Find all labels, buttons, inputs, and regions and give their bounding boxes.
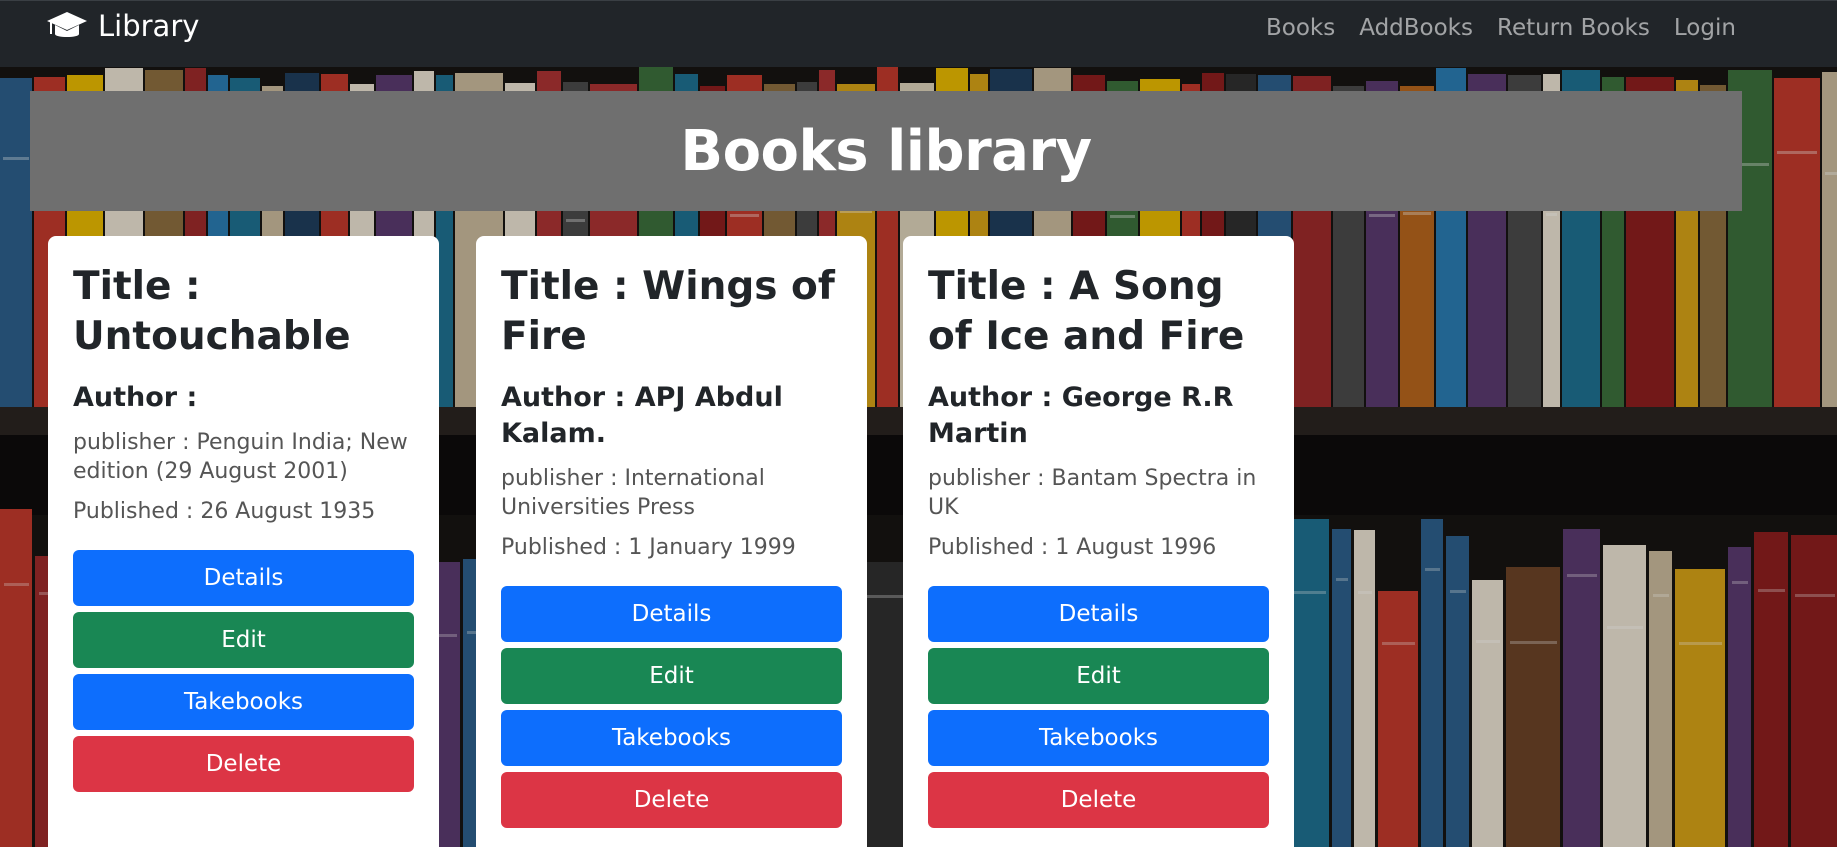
book-title: Title : Untouchable bbox=[73, 264, 351, 359]
brand-link[interactable]: Library bbox=[46, 9, 199, 43]
book-author: Author : bbox=[73, 382, 198, 413]
nav-links: Books AddBooks Return Books Login bbox=[1266, 14, 1760, 42]
book-title: Title : Wings of Fire bbox=[501, 264, 835, 359]
book-publisher: publisher : Penguin India; New edition (… bbox=[73, 430, 408, 484]
graduation-cap-icon bbox=[47, 12, 87, 37]
delete-button[interactable]: Delete bbox=[501, 772, 842, 828]
navbar: Library Books AddBooks Return Books Logi… bbox=[0, 0, 1837, 67]
nav-link-return-books[interactable]: Return Books bbox=[1497, 14, 1650, 42]
hero-banner: Books library bbox=[30, 91, 1742, 211]
takebooks-button[interactable]: Takebooks bbox=[928, 710, 1269, 766]
edit-button[interactable]: Edit bbox=[501, 648, 842, 704]
details-button[interactable]: Details bbox=[73, 550, 414, 606]
book-published-date: Published : 1 August 1996 bbox=[928, 535, 1217, 560]
book-published-date: Published : 1 January 1999 bbox=[501, 535, 796, 560]
book-title: Title : A Song of Ice and Fire bbox=[928, 264, 1245, 359]
nav-link-addbooks[interactable]: AddBooks bbox=[1359, 14, 1473, 42]
details-button[interactable]: Details bbox=[501, 586, 842, 642]
book-author: Author : APJ Abdul Kalam. bbox=[501, 382, 783, 449]
book-author: Author : George R.R Martin bbox=[928, 382, 1234, 449]
edit-button[interactable]: Edit bbox=[928, 648, 1269, 704]
delete-button[interactable]: Delete bbox=[928, 772, 1269, 828]
book-publisher: publisher : Bantam Spectra in UK bbox=[928, 466, 1257, 520]
book-card: Title : A Song of Ice and Fire Author : … bbox=[903, 236, 1294, 847]
takebooks-button[interactable]: Takebooks bbox=[73, 674, 414, 730]
nav-link-login[interactable]: Login bbox=[1674, 14, 1736, 42]
book-published-date: Published : 26 August 1935 bbox=[73, 499, 376, 524]
book-publisher: publisher : International Universities P… bbox=[501, 466, 765, 520]
takebooks-button[interactable]: Takebooks bbox=[501, 710, 842, 766]
page-title: Books library bbox=[680, 118, 1092, 184]
book-card: Title : Wings of Fire Author : APJ Abdul… bbox=[476, 236, 867, 847]
brand-label: Library bbox=[98, 9, 200, 43]
delete-button[interactable]: Delete bbox=[73, 736, 414, 792]
nav-link-books[interactable]: Books bbox=[1266, 14, 1335, 42]
edit-button[interactable]: Edit bbox=[73, 612, 414, 668]
book-card: Title : Untouchable Author : publisher :… bbox=[48, 236, 439, 847]
details-button[interactable]: Details bbox=[928, 586, 1269, 642]
